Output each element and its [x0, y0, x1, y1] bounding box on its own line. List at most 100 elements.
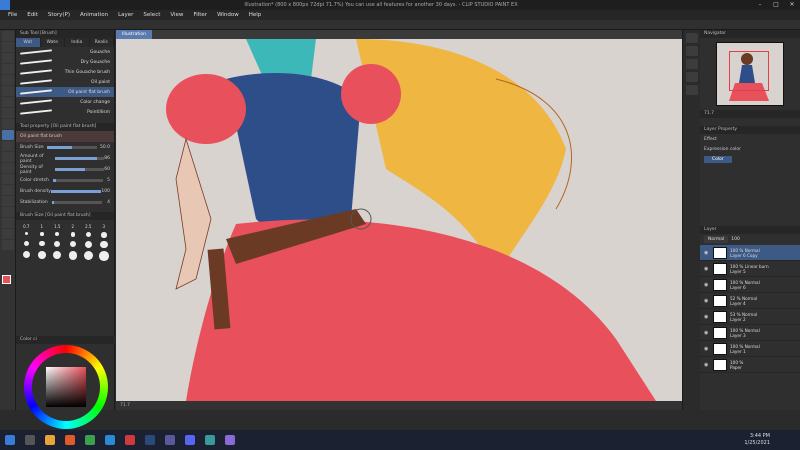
brush-size-preset[interactable]: [36, 251, 49, 261]
menu-select[interactable]: Select: [143, 12, 160, 18]
menu-story[interactable]: Story(P): [48, 12, 70, 18]
brush-size-preset[interactable]: 0.7: [20, 224, 33, 229]
eye-icon[interactable]: ◉: [704, 346, 710, 352]
menu-layer[interactable]: Layer: [118, 12, 133, 18]
brush-size-preset[interactable]: [51, 240, 64, 249]
eye-icon[interactable]: ◉: [704, 330, 710, 336]
subtool-tab[interactable]: Realis: [90, 38, 114, 47]
frame-tool-icon[interactable]: [2, 218, 14, 228]
start-icon[interactable]: [5, 435, 15, 445]
menu-animation[interactable]: Animation: [80, 12, 108, 18]
brush-item[interactable]: Gouache: [16, 47, 114, 57]
toolprop-slider[interactable]: [53, 179, 104, 182]
text-tool-icon[interactable]: [2, 240, 14, 250]
brush-size-preset[interactable]: 1: [36, 224, 49, 229]
color-wheel[interactable]: [24, 345, 108, 429]
canvas-tab[interactable]: Illustration: [116, 30, 153, 39]
brush-size-preset[interactable]: 3: [98, 224, 111, 229]
layer-opacity[interactable]: 100: [731, 237, 740, 242]
brush-item[interactable]: Color change: [16, 97, 114, 107]
app-icon[interactable]: [205, 435, 215, 445]
subtool-tab[interactable]: Wat: [16, 38, 41, 47]
brush-size-preset[interactable]: [82, 251, 95, 261]
toolprop-row[interactable]: Brush density 100: [16, 186, 114, 197]
menu-window[interactable]: Window: [217, 12, 239, 18]
search-taskbar-icon[interactable]: [25, 435, 35, 445]
menu-filter[interactable]: Filter: [193, 12, 207, 18]
brush-size-preset[interactable]: [98, 232, 111, 238]
brush-tool-icon[interactable]: [2, 130, 14, 140]
eye-icon[interactable]: ◉: [704, 266, 710, 272]
brush-size-preset[interactable]: [82, 232, 95, 238]
drawing-canvas[interactable]: [116, 39, 682, 401]
saturation-value-square[interactable]: [46, 367, 86, 407]
app-icon[interactable]: [105, 435, 115, 445]
maximize-button[interactable]: □: [768, 0, 784, 10]
layer-row[interactable]: ◉ 100 % Normal Layer 6: [700, 277, 800, 293]
brush-item[interactable]: Thin Gouache brush: [16, 67, 114, 77]
eraser-tool-icon[interactable]: [2, 163, 14, 173]
layer-row[interactable]: ◉ 100 % Normal Layer 6 Copy: [700, 245, 800, 261]
brush-item[interactable]: Pointillism: [16, 107, 114, 117]
toolprop-slider[interactable]: [55, 157, 105, 160]
brush-size-preset[interactable]: [51, 251, 64, 261]
rotate-icon[interactable]: [685, 85, 698, 95]
selection-tool-icon[interactable]: [2, 75, 14, 85]
layer-row[interactable]: ◉ 100 % Paper: [700, 357, 800, 373]
move-tool-icon[interactable]: [2, 42, 14, 52]
menu-edit[interactable]: Edit: [27, 12, 38, 18]
zoom-tool-icon[interactable]: [2, 31, 14, 41]
eye-icon[interactable]: ◉: [704, 362, 710, 368]
toolprop-row[interactable]: Amount of paint 86: [16, 153, 114, 164]
brush-size-preset[interactable]: [98, 240, 111, 248]
steam-icon[interactable]: [145, 435, 155, 445]
decoration-tool-icon[interactable]: [2, 152, 14, 162]
toolprop-row[interactable]: Color stretch 5: [16, 175, 114, 186]
toolprop-slider[interactable]: [55, 168, 105, 171]
eye-icon[interactable]: ◉: [704, 250, 710, 256]
spotify-icon[interactable]: [85, 435, 95, 445]
layer-row[interactable]: ◉ 100 % Normal Layer 1: [700, 341, 800, 357]
blend-mode-select[interactable]: Normal: [704, 236, 729, 243]
toolprop-row[interactable]: Density of paint 60: [16, 164, 114, 175]
toolprop-slider[interactable]: [46, 146, 97, 149]
subtool-tab[interactable]: India: [65, 38, 90, 47]
layer-row[interactable]: ◉ 100 % Linear burn Layer 5: [700, 261, 800, 277]
navigator-viewport-box[interactable]: [729, 51, 769, 91]
toolprop-row[interactable]: Brush Size 50.0: [16, 142, 114, 153]
firefox-icon[interactable]: [65, 435, 75, 445]
brush-size-preset[interactable]: [67, 251, 80, 261]
toolprop-row[interactable]: Stabilization 4: [16, 197, 114, 208]
brush-size-preset[interactable]: [20, 232, 33, 238]
move-layer-tool-icon[interactable]: [2, 64, 14, 74]
eye-icon[interactable]: ◉: [704, 282, 710, 288]
brush-item[interactable]: Dry Gouache: [16, 57, 114, 67]
eye-icon[interactable]: ◉: [704, 314, 710, 320]
brush-size-preset[interactable]: [67, 240, 80, 249]
ruler-tool-icon[interactable]: [2, 229, 14, 239]
brush-size-preset[interactable]: 1.5: [51, 224, 64, 229]
brush-size-preset[interactable]: [82, 240, 95, 249]
brush-size-preset[interactable]: [36, 232, 49, 238]
minimize-button[interactable]: –: [752, 0, 768, 10]
search-icon[interactable]: [685, 33, 698, 43]
fill-tool-icon[interactable]: [2, 185, 14, 195]
file-explorer-icon[interactable]: [45, 435, 55, 445]
menu-help[interactable]: Help: [249, 12, 262, 18]
zoom-out-icon[interactable]: [685, 59, 698, 69]
discord-icon[interactable]: [185, 435, 195, 445]
subtool-tab[interactable]: Wate: [41, 38, 65, 47]
app-icon[interactable]: [125, 435, 135, 445]
brush-size-preset[interactable]: [67, 232, 80, 238]
layer-row[interactable]: ◉ 100 % Normal Layer 3: [700, 325, 800, 341]
brush-size-preset[interactable]: [98, 251, 111, 261]
toolprop-slider[interactable]: [51, 190, 102, 193]
gradient-tool-icon[interactable]: [2, 196, 14, 206]
app-icon[interactable]: [165, 435, 175, 445]
taskbar-clock[interactable]: 3:44 PM 1/25/2021: [744, 433, 770, 447]
pencil-tool-icon[interactable]: [2, 119, 14, 129]
close-button[interactable]: ✕: [784, 0, 800, 10]
pen-tool-icon[interactable]: [2, 108, 14, 118]
layer-row[interactable]: ◉ 52 % Normal Layer 4: [700, 293, 800, 309]
brush-size-preset[interactable]: 2.5: [82, 224, 95, 229]
